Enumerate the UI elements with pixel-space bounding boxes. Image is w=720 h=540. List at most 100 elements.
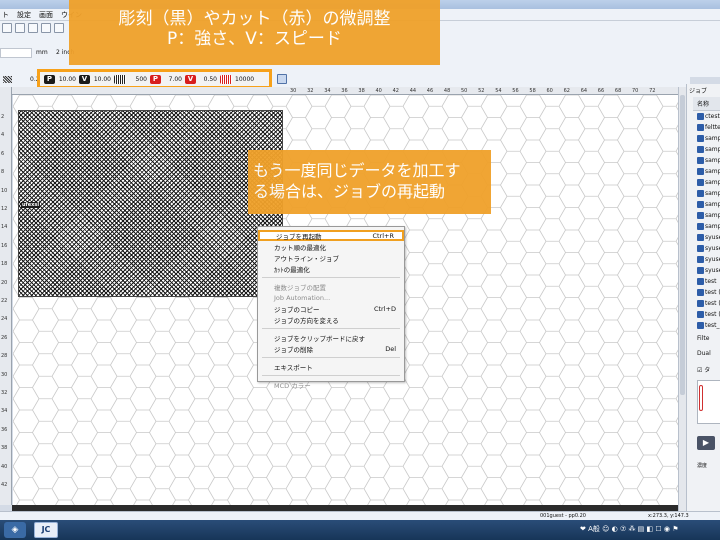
context-menu-item[interactable]: カット順の最適化 — [258, 241, 404, 252]
job-list-header[interactable]: 名称 — [693, 97, 720, 111]
status-bar: 001guest - pp0.20 x:273.3, y:147.3 — [0, 511, 720, 520]
job-list-item[interactable]: samp — [687, 188, 720, 199]
context-menu-item[interactable]: ジョブをクリップボードに戻す — [258, 332, 404, 343]
job-list-item[interactable]: syuse — [687, 232, 720, 243]
job-list-item[interactable]: test_ — [687, 320, 720, 331]
zoom-icon[interactable] — [54, 23, 64, 33]
left-ruler-tick: 10 — [1, 187, 8, 194]
black-power-badge[interactable]: P — [44, 74, 55, 84]
top-ruler-tick: 62 — [563, 88, 570, 94]
black-speed-value[interactable]: 10.00 — [93, 76, 111, 83]
context-menu-item[interactable]: エキスポート — [258, 361, 404, 372]
job-list-item[interactable]: samp — [687, 144, 720, 155]
context-menu-item: 複数ジョブの配置 — [258, 281, 404, 292]
black-power-value[interactable]: 10.00 — [58, 76, 76, 83]
left-ruler-tick: 12 — [1, 206, 8, 212]
menu-item-tool[interactable]: ト — [2, 10, 9, 20]
context-menu-item[interactable]: ジョブのコピー Ctrl+D — [258, 303, 404, 314]
job-name: test ( — [705, 300, 720, 307]
system-tray[interactable]: ❤ A般 ☺ ◐ ⑦ ⁂ ▤ ◧ ☐ ◉ ⚑ — [580, 524, 678, 534]
dual-label[interactable]: Dual — [687, 342, 720, 357]
job-list-item[interactable]: samp — [687, 166, 720, 177]
job-list-item[interactable]: samp — [687, 155, 720, 166]
dimension-input[interactable] — [0, 48, 32, 58]
red-speed-badge[interactable]: V — [185, 74, 196, 84]
left-ruler: 2 4 6 8 10 12 14 16 18 20 22 24 26 28 30 32 34 36 38 40 42 — [0, 87, 12, 505]
job-list-item[interactable]: test — [687, 276, 720, 287]
context-menu-label: ジョブをクリップボードに戻す — [274, 334, 365, 343]
left-ruler-tick: 42 — [1, 482, 8, 488]
grid-view-icon[interactable] — [41, 23, 51, 33]
vertical-scrollbar[interactable] — [678, 87, 686, 511]
job-name: test_ — [705, 322, 720, 329]
job-name: samp — [705, 135, 720, 142]
open-icon[interactable] — [2, 23, 12, 33]
job-list-item[interactable]: samp — [687, 210, 720, 221]
job-file-icon — [697, 267, 704, 274]
left-ruler-tick: 18 — [1, 261, 8, 268]
menu-separator — [262, 328, 400, 329]
density-label: 濃度 — [697, 463, 708, 469]
context-menu-label: ｶｯﾄの最適化 — [274, 265, 310, 274]
unit-mm-label[interactable]: mm — [36, 49, 48, 56]
red-speed-value[interactable]: 0.50 — [199, 76, 217, 83]
left-ruler-tick: 16 — [1, 242, 8, 249]
job-file-icon — [697, 322, 704, 329]
context-menu-label: ジョブの削除 — [274, 345, 313, 354]
job-name: syuse — [705, 245, 720, 252]
job-list-item[interactable]: samp — [687, 221, 720, 232]
top-ruler-tick: 42 — [392, 88, 399, 94]
red-frequency-value[interactable]: 10000 — [235, 76, 254, 83]
menu-item-view[interactable]: 画面 — [39, 10, 53, 20]
context-menu-item[interactable]: ジョブを再起動 Ctrl+R — [258, 230, 404, 241]
hatch-pattern-icon[interactable] — [3, 76, 12, 83]
job-list-item[interactable]: test ( — [687, 287, 720, 298]
job-list-item[interactable]: syuse — [687, 243, 720, 254]
job-list-item[interactable]: test ( — [687, 298, 720, 309]
job-list-item[interactable]: syuse — [687, 254, 720, 265]
job-list-item[interactable]: ctest — [687, 111, 720, 122]
job-name: samp — [705, 168, 720, 175]
left-ruler-tick: 32 — [1, 390, 8, 396]
filter-label[interactable]: Filte — [687, 331, 720, 342]
job-list-item[interactable]: samp — [687, 133, 720, 144]
job-list-item[interactable]: feltte — [687, 122, 720, 133]
layout-icon[interactable] — [28, 23, 38, 33]
red-power-badge[interactable]: P — [150, 74, 161, 84]
job-preview — [697, 380, 720, 424]
taskbar: ◈ JC ❤ A般 ☺ ◐ ⑦ ⁂ ▤ ◧ ☐ ◉ ⚑ — [0, 520, 720, 540]
context-menu-item[interactable]: ｶｯﾄの最適化 — [258, 263, 404, 274]
left-ruler-tick: 36 — [1, 426, 8, 433]
panel-checkbox[interactable]: ☑ タ — [687, 357, 720, 374]
context-menu-item[interactable]: アウトライン・ジョブ — [258, 252, 404, 263]
red-power-value[interactable]: 7.00 — [164, 76, 182, 83]
top-ruler-tick: 56 — [512, 88, 519, 94]
engraving-object[interactable] — [18, 110, 283, 297]
job-name: syuse — [705, 256, 720, 263]
black-frequency-icon[interactable] — [114, 74, 126, 84]
black-frequency-value[interactable]: 500 — [129, 76, 147, 83]
job-list-item[interactable]: samp — [687, 177, 720, 188]
param-tip-line2: P：強さ、V：スピード — [167, 29, 342, 49]
start-button[interactable]: ◈ — [4, 522, 26, 538]
laser-param-bar: P 10.00 V 10.00 500 P 7.00 V 0.50 10000 — [40, 72, 269, 86]
status-file: 001guest - pp0.20 — [540, 513, 586, 519]
job-list-item[interactable]: test ( — [687, 309, 720, 320]
black-speed-badge[interactable]: V — [79, 74, 90, 84]
context-menu-item[interactable]: ジョブの削除 Del — [258, 343, 404, 354]
top-ruler-tick: 32 — [307, 88, 314, 94]
param-tip-callout: 彫刻（黒）やカット（赤）の微調整 P：強さ、V：スピード — [69, 0, 440, 65]
menu-item-settings[interactable]: 設定 — [17, 10, 31, 20]
taskbar-app-jc[interactable]: JC — [34, 522, 58, 538]
red-frequency-icon[interactable] — [220, 74, 232, 84]
left-ruler-tick: 24 — [1, 316, 8, 323]
context-menu-label: Job Automation... — [274, 293, 331, 302]
job-list-item[interactable]: syuse — [687, 265, 720, 276]
play-icon[interactable]: ▶ — [697, 436, 715, 450]
save-icon[interactable] — [277, 74, 287, 84]
job-list-item[interactable]: samp — [687, 199, 720, 210]
crosshair-icon[interactable] — [15, 23, 25, 33]
vertical-scroll-thumb[interactable] — [680, 95, 685, 395]
context-menu-item[interactable]: ジョブの方向を変える — [258, 314, 404, 325]
job-name: samp — [705, 223, 720, 230]
